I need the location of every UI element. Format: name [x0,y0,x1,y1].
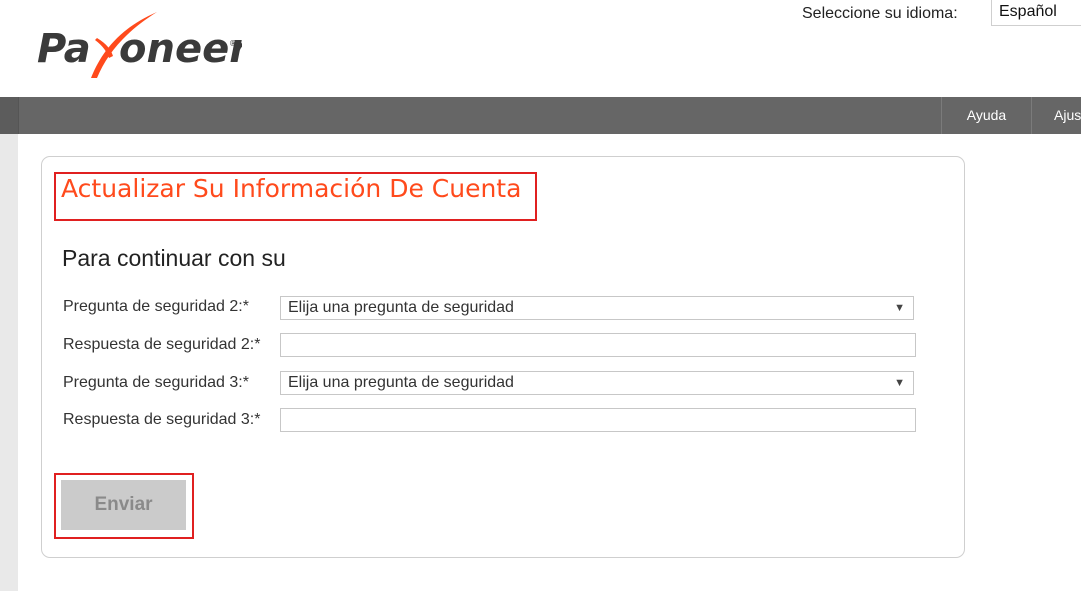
security-answer-3-label: Respuesta de seguridad 3:* [63,411,261,428]
security-question-3-value: Elija una pregunta de seguridad [288,374,514,391]
security-question-3-select[interactable]: Elija una pregunta de seguridad ▼ [280,371,914,395]
security-answer-2-label: Respuesta de seguridad 2:* [63,336,261,353]
nav-item-ajustes[interactable]: Ajus [1031,97,1081,134]
nav-left-edge [0,97,19,134]
language-label: Seleccione su idioma: [802,5,958,22]
security-question-2-select[interactable]: Elija una pregunta de seguridad ▼ [280,296,914,320]
svg-text:oneer: oneer [119,26,242,72]
svg-text:®: ® [229,39,237,48]
security-answer-3-input[interactable] [280,408,916,432]
security-question-3-label: Pregunta de seguridad 3:* [63,374,249,391]
form-subtitle: Para continuar con su [62,245,286,271]
submit-button[interactable]: Enviar [61,480,186,530]
left-sidebar-strip [0,134,18,591]
language-select[interactable]: Español [991,0,1081,26]
page: Pa oneer ® Seleccione su idioma: Español… [0,0,1081,591]
triangle-down-icon: ▼ [894,377,905,389]
nav-item-ayuda[interactable]: Ayuda [941,97,1031,134]
security-answer-2-input[interactable] [280,333,916,357]
triangle-down-icon: ▼ [894,302,905,314]
security-question-2-label: Pregunta de seguridad 2:* [63,298,249,315]
payoneer-logo[interactable]: Pa oneer ® [37,10,242,82]
top-nav: Ayuda Ajus [0,97,1081,134]
header: Pa oneer ® Seleccione su idioma: Español [0,0,1081,97]
page-title: Actualizar Su Información De Cuenta [61,174,522,203]
svg-text:Pa: Pa [37,26,91,72]
security-question-2-value: Elija una pregunta de seguridad [288,299,514,316]
